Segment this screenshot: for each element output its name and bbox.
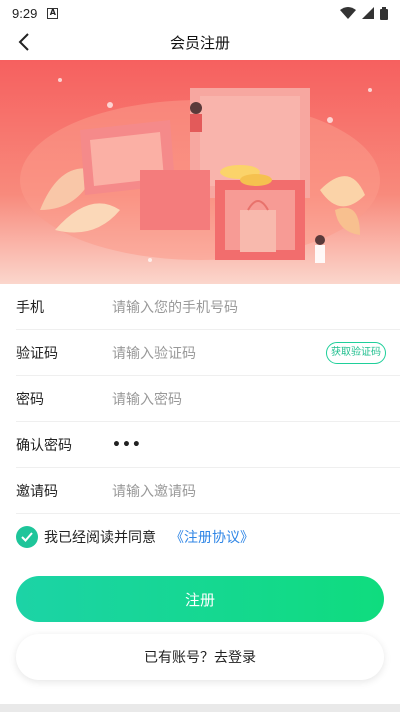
password-row: 密码 请输入密码 bbox=[16, 376, 400, 422]
confirm-password-input[interactable]: ••• bbox=[112, 437, 400, 453]
invite-row: 邀请码 请输入邀请码 bbox=[16, 468, 400, 514]
status-time: 9:29 bbox=[12, 5, 38, 21]
page-title: 会员注册 bbox=[169, 33, 230, 52]
nav-bar: 会员注册 bbox=[0, 26, 400, 58]
phone-label: 手机 bbox=[16, 299, 44, 316]
cellular-signal-icon bbox=[362, 7, 374, 19]
register-button[interactable]: 注册 bbox=[16, 576, 384, 622]
wifi-icon bbox=[340, 7, 356, 19]
get-code-button[interactable]: 获取验证码 bbox=[326, 342, 386, 364]
gesture-bar bbox=[0, 704, 400, 712]
status-bar: 9:29 A bbox=[0, 0, 400, 26]
agreement-row: 我已经阅读并同意 《注册协议》 bbox=[16, 526, 254, 548]
confirm-password-label: 确认密码 bbox=[16, 437, 72, 454]
status-icons bbox=[340, 6, 388, 20]
battery-icon bbox=[380, 6, 388, 20]
invite-label: 邀请码 bbox=[16, 483, 58, 500]
invite-input[interactable]: 请输入邀请码 bbox=[112, 481, 400, 501]
code-label: 验证码 bbox=[16, 345, 58, 362]
go-login-button[interactable]: 已有账号？去登录 bbox=[16, 634, 384, 680]
phone-row: 手机 请输入您的手机号码 bbox=[16, 284, 400, 330]
agreement-checkbox[interactable] bbox=[16, 526, 38, 548]
back-button[interactable] bbox=[12, 30, 36, 54]
back-arrow-icon bbox=[18, 33, 29, 51]
password-input[interactable]: 请输入密码 bbox=[112, 389, 400, 409]
gift-boxes-illustration bbox=[0, 60, 400, 284]
checkmark-icon bbox=[21, 532, 33, 542]
confirm-password-row: 确认密码 ••• bbox=[16, 422, 400, 468]
register-form: 手机 请输入您的手机号码 验证码 请输入验证码 获取验证码 密码 请输入密码 确… bbox=[0, 284, 400, 514]
phone-input[interactable]: 请输入您的手机号码 bbox=[112, 297, 400, 317]
promo-banner-illustration bbox=[0, 60, 400, 284]
agreement-link[interactable]: 《注册协议》 bbox=[170, 527, 254, 547]
agreement-text: 我已经阅读并同意 bbox=[44, 530, 156, 546]
password-label: 密码 bbox=[16, 391, 44, 408]
code-row: 验证码 请输入验证码 获取验证码 bbox=[16, 330, 400, 376]
notification-icon: A bbox=[47, 7, 59, 19]
